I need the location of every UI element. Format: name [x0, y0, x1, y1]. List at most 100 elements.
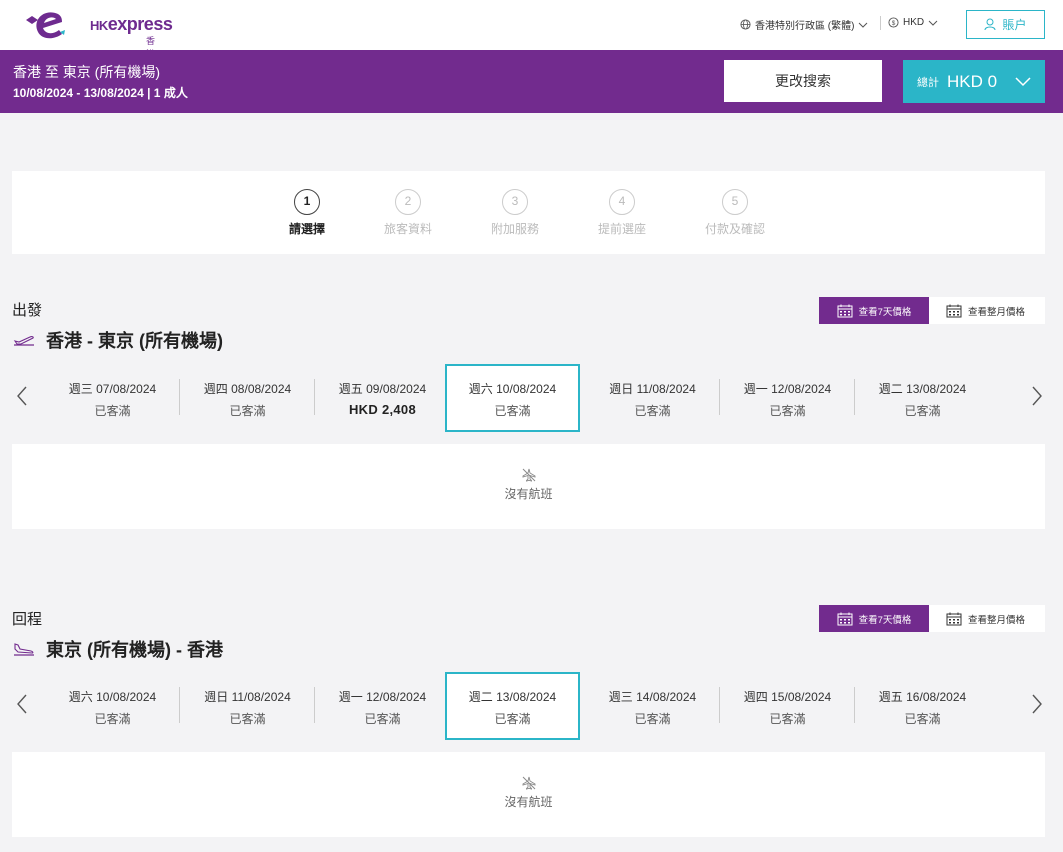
svg-text:$: $: [892, 20, 896, 27]
date-option[interactable]: 週五 09/08/2024 HKD 2,408: [315, 364, 450, 432]
no-flights-text: 沒有航班: [504, 795, 553, 809]
date-option[interactable]: 週六 10/08/2024 已客滿: [45, 672, 180, 740]
no-flight-icon: [522, 776, 535, 790]
inbound-date-strip: 週六 10/08/2024 已客滿 週日 11/08/2024 已客滿 週一 1…: [0, 672, 1063, 740]
view-month-label: 查看整月價格: [967, 306, 1025, 318]
view-7-days-button[interactable]: 查看7天價格: [819, 297, 929, 324]
view-7-days-label: 查看7天價格: [858, 306, 912, 318]
search-dates-passengers: 10/08/2024 - 13/08/2024 | 1 成人: [13, 86, 188, 100]
user-icon: [984, 18, 996, 31]
step-2: 2 旅客資料: [363, 189, 453, 237]
step-number: 5: [722, 189, 748, 215]
hkexpress-logo[interactable]: HKexpress 香港快運: [22, 6, 173, 85]
logo-wordmark: HKexpress: [90, 14, 173, 34]
date-option-selected[interactable]: 週二 13/08/2024 已客滿: [445, 672, 580, 740]
total-price-button[interactable]: 總計 HKD 0: [903, 60, 1045, 103]
account-label: 賬户: [1002, 18, 1027, 32]
step-number: 2: [395, 189, 421, 215]
search-route: 香港 至 東京 (所有機場): [13, 64, 160, 80]
chevron-right-icon[interactable]: [1030, 692, 1044, 716]
date-status: 已客滿: [634, 712, 671, 726]
date-option-selected[interactable]: 週六 10/08/2024 已客滿: [445, 364, 580, 432]
step-number: 1: [294, 189, 320, 215]
no-flights-text: 沒有航班: [504, 487, 553, 501]
view-7-days-label: 查看7天價格: [858, 614, 912, 626]
calendar-icon: [837, 612, 853, 625]
date-status: 已客滿: [229, 404, 266, 418]
account-button[interactable]: 賬户: [966, 10, 1045, 39]
step-label: 付款及確認: [704, 222, 765, 236]
logo-e-icon: [26, 12, 65, 39]
step-4: 4 提前選座: [577, 189, 667, 237]
date-label: 週日 11/08/2024: [609, 382, 696, 396]
date-label: 週五 09/08/2024: [338, 382, 427, 396]
date-status: 已客滿: [904, 404, 941, 418]
date-option[interactable]: 週四 15/08/2024 已客滿: [720, 672, 855, 740]
chevron-left-icon[interactable]: [15, 384, 29, 408]
date-label: 週六 10/08/2024: [68, 690, 157, 704]
date-status: 已客滿: [94, 404, 131, 418]
date-option[interactable]: 週一 12/08/2024 已客滿: [315, 672, 450, 740]
calendar-icon: [946, 304, 962, 317]
no-flight-icon: [522, 468, 535, 482]
date-option[interactable]: 週日 11/08/2024 已客滿: [585, 364, 720, 432]
date-label: 週三 14/08/2024: [608, 690, 697, 704]
date-option[interactable]: 週日 11/08/2024 已客滿: [180, 672, 315, 740]
top-bar: HKexpress 香港快運 香港特別行政區 (繁體) $ HKD 賬户: [0, 0, 1063, 85]
chevron-down-icon: [859, 22, 868, 28]
step-number: 3: [502, 189, 528, 215]
step-3: 3 附加服務: [470, 189, 560, 237]
date-label: 週四 08/08/2024: [203, 382, 292, 396]
date-label: 週日 11/08/2024: [204, 690, 291, 704]
date-label: 週一 12/08/2024: [743, 382, 832, 396]
view-month-button[interactable]: 查看整月價格: [929, 605, 1042, 632]
chevron-left-icon[interactable]: [15, 692, 29, 716]
calendar-icon: [837, 304, 853, 317]
outbound-route: 香港 - 東京 (所有機場): [12, 327, 223, 353]
date-option[interactable]: 週三 14/08/2024 已客滿: [585, 672, 720, 740]
view-7-days-button[interactable]: 查看7天價格: [819, 605, 929, 632]
landing-icon: [14, 643, 34, 656]
date-option[interactable]: 週一 12/08/2024 已客滿: [720, 364, 855, 432]
divider: [880, 16, 881, 30]
takeoff-icon: [13, 336, 34, 346]
date-option[interactable]: 週四 08/08/2024 已客滿: [180, 364, 315, 432]
view-month-button[interactable]: 查看整月價格: [929, 297, 1042, 324]
step-number: 4: [609, 189, 635, 215]
chevron-down-icon: [1015, 76, 1031, 86]
date-status: 已客滿: [229, 712, 266, 726]
chevron-down-icon: [928, 20, 938, 26]
modify-search-button[interactable]: 更改搜索: [724, 60, 882, 102]
region-selector[interactable]: 香港特別行政區 (繁體): [740, 17, 868, 32]
outbound-no-flights-panel: 沒有航班: [12, 444, 1045, 529]
total-label: 總計: [917, 76, 939, 89]
inbound-title: 回程: [12, 611, 43, 628]
search-summary-header: 香港 至 東京 (所有機場) 10/08/2024 - 13/08/2024 |…: [0, 50, 1063, 113]
currency-selector[interactable]: $ HKD: [888, 17, 938, 28]
date-option[interactable]: 週五 16/08/2024 已客滿: [855, 672, 990, 740]
date-label: 週一 12/08/2024: [338, 690, 427, 704]
date-price: HKD 2,408: [348, 402, 416, 417]
currency-label: HKD: [903, 17, 925, 28]
currency-icon: $: [888, 17, 899, 28]
date-label: 週二 13/08/2024: [468, 690, 557, 704]
region-label: 香港特別行政區 (繁體): [755, 21, 855, 32]
date-option[interactable]: 週二 13/08/2024 已客滿: [855, 364, 990, 432]
globe-icon: [740, 19, 751, 30]
step-5: 5 付款及確認: [690, 189, 780, 237]
date-label: 週三 07/08/2024: [68, 382, 157, 396]
chevron-right-icon[interactable]: [1030, 384, 1044, 408]
inbound-view-toggle: 查看7天價格 查看整月價格: [819, 605, 1045, 632]
date-label: 週四 15/08/2024: [743, 690, 832, 704]
date-option[interactable]: 週三 07/08/2024 已客滿: [45, 364, 180, 432]
date-status: 已客滿: [364, 712, 401, 726]
outbound-title: 出發: [12, 302, 43, 319]
date-status: 已客滿: [634, 404, 671, 418]
view-month-label: 查看整月價格: [967, 614, 1025, 626]
inbound-route-label: 東京 (所有機場) - 香港: [46, 640, 223, 660]
date-label: 週二 13/08/2024: [878, 382, 967, 396]
outbound-date-strip: 週三 07/08/2024 已客滿 週四 08/08/2024 已客滿 週五 0…: [0, 364, 1063, 432]
date-status: 已客滿: [769, 712, 806, 726]
date-status: 已客滿: [94, 712, 131, 726]
outbound-route-label: 香港 - 東京 (所有機場): [46, 331, 223, 351]
